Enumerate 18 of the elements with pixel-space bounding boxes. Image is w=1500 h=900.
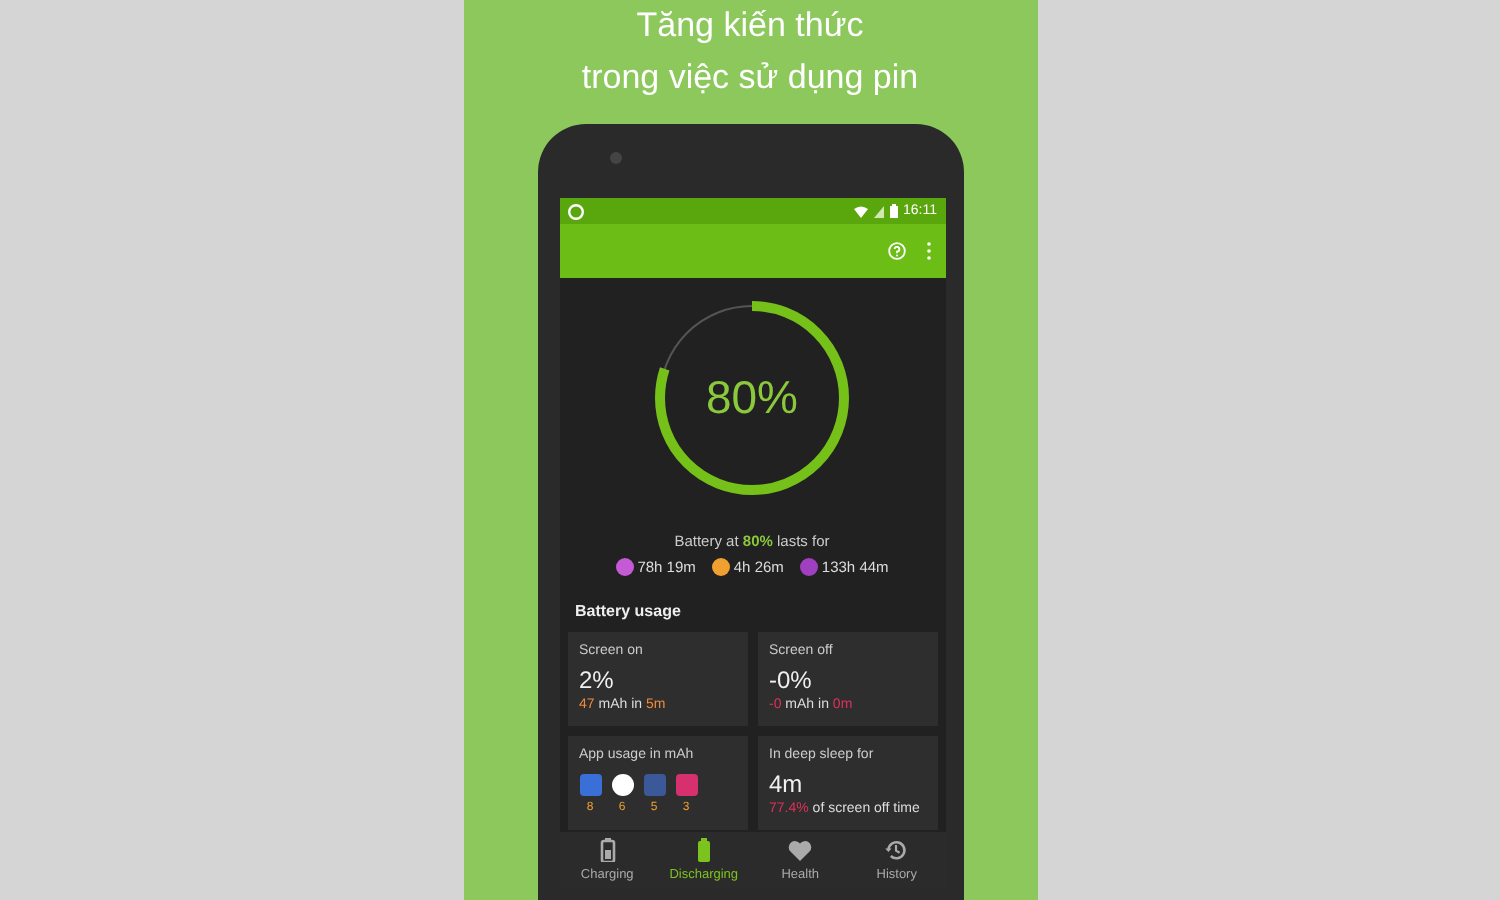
camera-icon — [609, 152, 621, 164]
heart-icon — [788, 839, 813, 861]
headline-text: trong việc sử dụng pin — [581, 56, 919, 100]
battery-percent: 80% — [705, 371, 799, 425]
card-value: 2% — [579, 666, 616, 694]
section-title: Battery usage — [575, 602, 683, 620]
card-value: -0% — [769, 666, 814, 694]
app-logo-icon — [567, 203, 583, 219]
battery-icon — [695, 838, 712, 862]
battery-icon — [599, 838, 616, 862]
more-options-icon[interactable] — [925, 242, 931, 260]
card-value: 4m — [769, 770, 805, 798]
signal-icon — [873, 205, 883, 217]
wifi-icon — [853, 205, 867, 217]
help-icon[interactable] — [887, 242, 905, 260]
history-icon — [884, 838, 909, 862]
headline-text: Tăng kiến thức — [636, 4, 864, 48]
battery-status-icon — [889, 204, 897, 218]
